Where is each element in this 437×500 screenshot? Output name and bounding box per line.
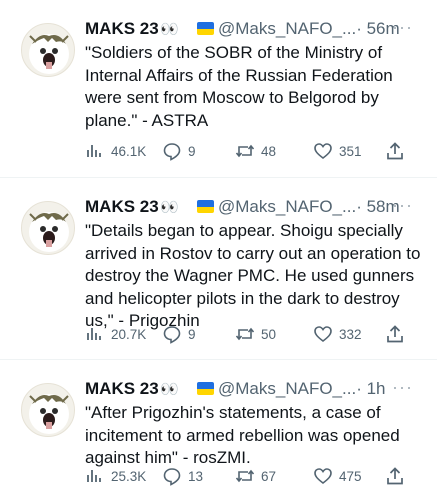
ukraine-flag-icon — [197, 200, 214, 213]
handle-and-time[interactable]: @Maks_NAFO_...· 56m — [218, 19, 400, 39]
retweet-count: 48 — [261, 143, 277, 159]
avatar[interactable] — [21, 23, 75, 77]
like-button[interactable]: 332 — [313, 323, 362, 345]
tweet-actions: 46.1K 9 48 351 — [85, 140, 419, 162]
views-button[interactable]: 20.7K — [85, 323, 146, 345]
handle-and-time[interactable]: @Maks_NAFO_...· 1h — [218, 379, 385, 399]
display-name[interactable]: MAKS 23 — [85, 197, 159, 217]
eyes-emoji-icon: 👀 — [160, 199, 179, 216]
reply-button[interactable]: 13 — [162, 465, 203, 487]
retweet-button[interactable]: 48 — [235, 140, 276, 162]
tweet-header: MAKS 23 👀 @Maks_NAFO_...· 1h ··· — [85, 377, 425, 401]
retweet-button[interactable]: 50 — [235, 323, 276, 345]
views-button[interactable]: 46.1K — [85, 140, 146, 162]
reply-icon — [163, 143, 181, 161]
retweet-icon — [235, 469, 255, 483]
heart-icon — [314, 326, 332, 343]
views-icon — [87, 470, 101, 482]
retweet-count: 67 — [261, 468, 277, 484]
tweet-actions: 20.7K 9 50 332 — [85, 323, 419, 345]
like-button[interactable]: 351 — [313, 140, 362, 162]
eyes-emoji-icon: 👀 — [160, 381, 179, 398]
views-count: 20.7K — [111, 326, 147, 342]
more-options-icon[interactable]: ··· — [392, 195, 413, 216]
like-count: 351 — [339, 143, 362, 159]
heart-icon — [314, 143, 332, 160]
like-button[interactable]: 475 — [313, 465, 362, 487]
avatar[interactable] — [21, 383, 75, 437]
retweet-count: 50 — [261, 326, 277, 342]
tweet-header: MAKS 23 👀 @Maks_NAFO_...· 56m ··· — [85, 17, 425, 41]
retweet-icon — [235, 144, 255, 158]
like-count: 332 — [339, 326, 362, 342]
views-count: 25.3K — [111, 468, 147, 484]
tweet-text: "After Prigozhin's statements, a case of… — [85, 403, 400, 467]
like-count: 475 — [339, 468, 362, 484]
reply-icon — [163, 468, 181, 486]
handle-and-time[interactable]: @Maks_NAFO_...· 58m — [218, 197, 400, 217]
share-button[interactable] — [385, 140, 405, 162]
retweet-button[interactable]: 67 — [235, 465, 276, 487]
display-name[interactable]: MAKS 23 — [85, 19, 159, 39]
more-options-icon[interactable]: ··· — [392, 17, 413, 38]
eyes-emoji-icon: 👀 — [160, 21, 179, 38]
views-icon — [87, 145, 101, 157]
heart-icon — [314, 468, 332, 485]
reply-button[interactable]: 9 — [162, 140, 196, 162]
share-icon — [387, 325, 403, 343]
tweet[interactable]: MAKS 23 👀 @Maks_NAFO_...· 1h ··· "After … — [0, 360, 437, 500]
reply-button[interactable]: 9 — [162, 323, 196, 345]
reply-count: 13 — [188, 468, 204, 484]
ukraine-flag-icon — [197, 382, 214, 395]
retweet-icon — [235, 327, 255, 341]
views-icon — [87, 328, 101, 340]
share-button[interactable] — [385, 323, 405, 345]
tweet[interactable]: MAKS 23 👀 @Maks_NAFO_...· 58m ··· "Detai… — [0, 178, 437, 360]
reply-icon — [163, 326, 181, 344]
tweet-text: "Details began to appear. Shoigu special… — [85, 221, 421, 330]
display-name[interactable]: MAKS 23 — [85, 379, 159, 399]
more-options-icon[interactable]: ··· — [392, 377, 413, 398]
share-icon — [387, 467, 403, 485]
views-count: 46.1K — [111, 143, 147, 159]
share-button[interactable] — [385, 465, 405, 487]
views-button[interactable]: 25.3K — [85, 465, 146, 487]
reply-count: 9 — [188, 326, 196, 342]
ukraine-flag-icon — [197, 22, 214, 35]
avatar[interactable] — [21, 201, 75, 255]
tweet[interactable]: MAKS 23 👀 @Maks_NAFO_...· 56m ··· "Soldi… — [0, 0, 437, 178]
reply-count: 9 — [188, 143, 196, 159]
share-icon — [387, 142, 403, 160]
tweet-header: MAKS 23 👀 @Maks_NAFO_...· 58m ··· — [85, 195, 425, 219]
tweet-text: "Soldiers of the SOBR of the Ministry of… — [85, 43, 393, 130]
tweet-actions: 25.3K 13 67 475 — [85, 465, 419, 487]
